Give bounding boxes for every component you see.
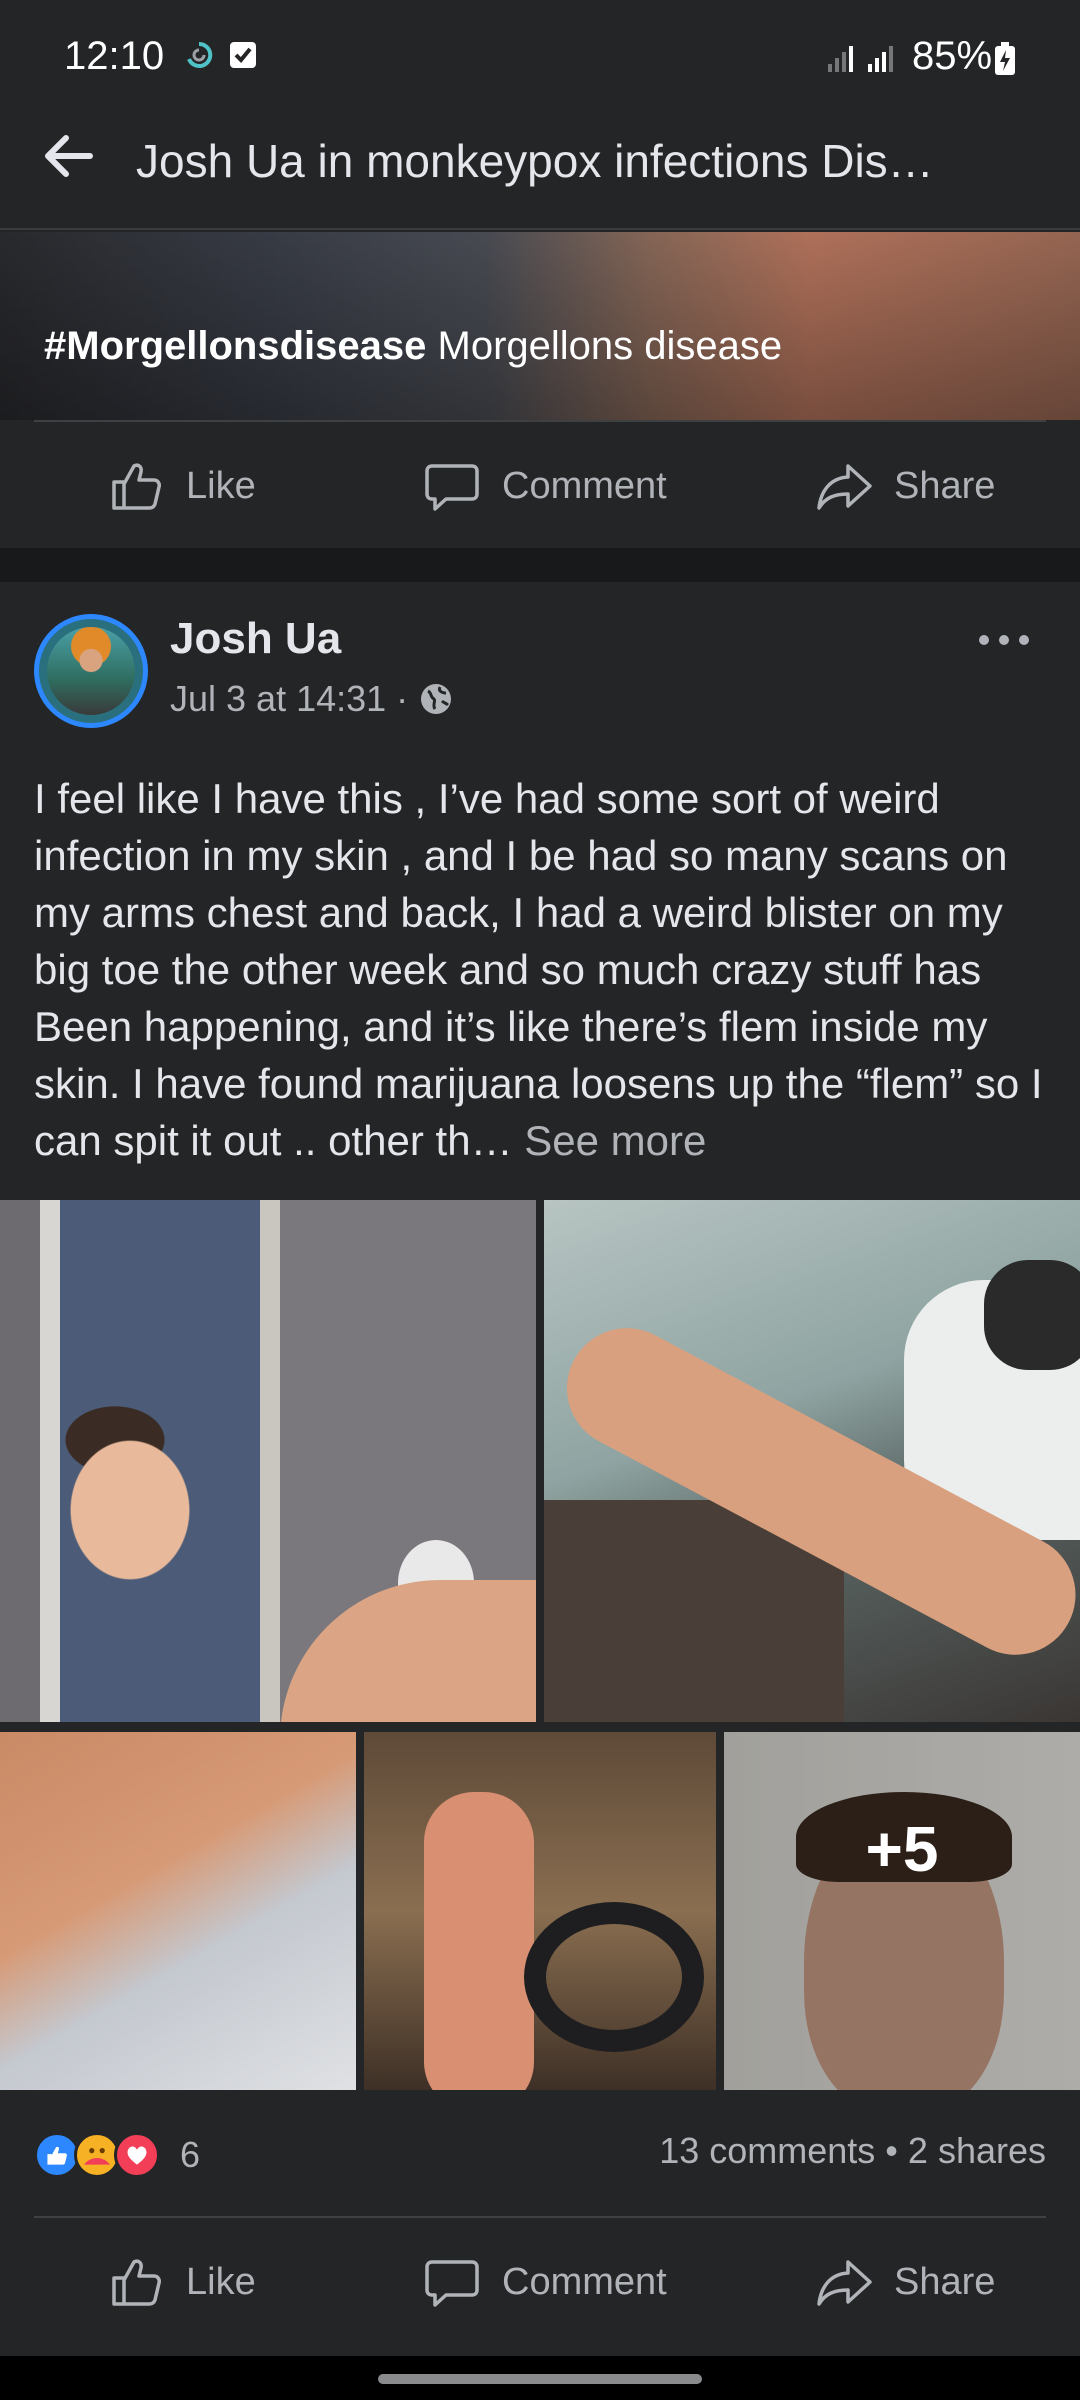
like-label: Like: [186, 464, 256, 507]
comment-button[interactable]: Comment: [422, 424, 667, 548]
post-photo[interactable]: [0, 1732, 356, 2090]
reaction-count: 6: [180, 2134, 201, 2175]
comment-icon: [425, 464, 479, 511]
thumbs-up-icon: [112, 463, 161, 510]
comment-button[interactable]: Comment: [422, 2220, 667, 2344]
comments-shares-count[interactable]: 13 comments • 2 shares: [659, 2130, 1046, 2172]
screen: 12:10 85% Josh Ua in monkeypox infection…: [0, 0, 1080, 2400]
signal-icon: [868, 46, 893, 72]
group-title: Josh Ua in monkeypox infections Dis…: [136, 135, 934, 187]
reactions-summary[interactable]: 6: [34, 2130, 200, 2180]
globe-icon: [421, 684, 452, 714]
post-photo[interactable]: [0, 1200, 536, 1722]
love-reaction-icon: [114, 2132, 160, 2178]
post-photo-more[interactable]: +5: [724, 1732, 1080, 2090]
divider: [34, 2216, 1046, 2218]
battery-percentage: 85%: [912, 34, 993, 78]
like-button[interactable]: Like: [106, 424, 256, 548]
sync-icon: [187, 41, 213, 68]
author-name[interactable]: Josh Ua: [170, 614, 341, 664]
like-label: Like: [186, 2260, 256, 2303]
share-button[interactable]: Share: [814, 424, 995, 548]
home-indicator[interactable]: [378, 2374, 702, 2384]
post-photo[interactable]: [364, 1732, 716, 2090]
comment-icon: [425, 2260, 479, 2307]
feed-separator: [0, 548, 1080, 582]
photo-detail: [984, 1260, 1080, 1370]
comment-label: Comment: [502, 464, 667, 507]
share-icon: [817, 2260, 872, 2306]
signal-icon: [828, 46, 853, 72]
comment-label: Comment: [502, 2260, 667, 2303]
share-label: Share: [894, 2260, 996, 2303]
thumbs-up-icon: [112, 2259, 161, 2306]
post-meta: Jul 3 at 14:31 ·: [170, 678, 454, 720]
post-text: I feel like I have this , I’ve had some …: [34, 775, 1043, 1164]
photo-detail: [280, 1580, 536, 1722]
photo-detail: [424, 1792, 534, 2090]
post-photo[interactable]: [544, 1200, 1080, 1722]
meta-separator: ·: [396, 678, 409, 719]
share-icon: [817, 464, 872, 510]
like-button[interactable]: Like: [106, 2220, 256, 2344]
hashtag-link[interactable]: #Morgellonsdisease: [44, 324, 426, 368]
status-time: 12:10: [64, 34, 165, 78]
photo-overlay: [724, 1732, 1080, 2090]
caption-text: Morgellons disease: [437, 324, 783, 368]
photo-detail: [524, 1902, 704, 2052]
previous-post-image[interactable]: #Morgellonsdisease Morgellons disease: [0, 232, 1080, 420]
previous-post-caption: #Morgellonsdisease Morgellons disease: [44, 324, 782, 369]
share-button[interactable]: Share: [814, 2220, 995, 2344]
post-timestamp[interactable]: Jul 3 at 14:31: [170, 678, 386, 720]
back-arrow-icon[interactable]: [36, 124, 100, 188]
more-photos-count: +5: [865, 1813, 939, 1885]
more-options-icon[interactable]: [976, 620, 1032, 660]
post-body: I feel like I have this , I’ve had some …: [34, 770, 1054, 1169]
battery-icon: [995, 42, 1015, 75]
post-actions: Like Comment Share: [0, 2220, 1080, 2344]
share-label: Share: [894, 464, 996, 507]
checkbox-icon: [230, 42, 256, 68]
status-bar: 12:10 85%: [0, 0, 1080, 120]
avatar[interactable]: [34, 614, 148, 728]
avatar-photo: [47, 627, 135, 715]
previous-post-actions: Like Comment Share: [0, 424, 1080, 548]
divider: [34, 420, 1046, 422]
see-more-link[interactable]: See more: [524, 1117, 706, 1164]
